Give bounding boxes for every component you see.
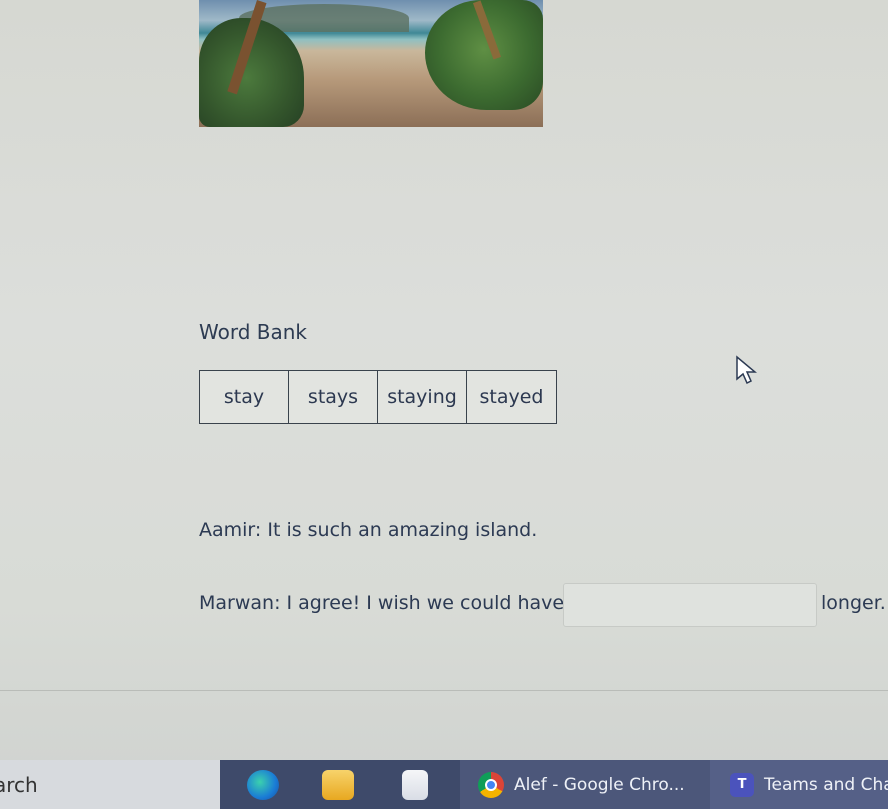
taskbar-app-chrome[interactable]: Alef - Google Chro... bbox=[460, 760, 710, 809]
taskbar-app-chrome-label: Alef - Google Chro... bbox=[514, 774, 685, 795]
beach-image bbox=[199, 0, 543, 127]
taskbar-app-teams[interactable]: T Teams and Cha bbox=[710, 760, 888, 809]
answer-blank-dropzone[interactable] bbox=[563, 583, 817, 627]
word-bank-option-stays[interactable]: stays bbox=[289, 371, 378, 423]
word-bank-option-staying[interactable]: staying bbox=[378, 371, 467, 423]
mouse-cursor-icon bbox=[736, 355, 757, 385]
taskbar-app-teams-label: Teams and Cha bbox=[764, 774, 888, 795]
taskbar-search[interactable]: arch bbox=[0, 760, 220, 809]
divider bbox=[0, 690, 888, 691]
chrome-icon bbox=[478, 771, 504, 798]
word-bank-option-stayed[interactable]: stayed bbox=[467, 371, 556, 423]
file-explorer-icon[interactable] bbox=[322, 770, 354, 800]
dialogue-line-marwan: Marwan: I agree! I wish we could have bbox=[199, 592, 565, 614]
word-bank-table: stay stays staying stayed bbox=[199, 370, 557, 424]
taskbar-search-text: arch bbox=[0, 772, 38, 797]
word-bank-option-stay[interactable]: stay bbox=[200, 371, 289, 423]
dialogue-line-aamir: Aamir: It is such an amazing island. bbox=[199, 519, 538, 541]
taskbar: arch Alef - Google Chro... T Teams and C… bbox=[0, 760, 888, 809]
word-bank-title: Word Bank bbox=[199, 320, 307, 344]
edge-icon[interactable] bbox=[247, 770, 279, 800]
dialogue-line-marwan-end: longer. bbox=[821, 592, 886, 614]
teams-icon: T bbox=[730, 772, 754, 797]
store-icon[interactable] bbox=[402, 770, 428, 800]
